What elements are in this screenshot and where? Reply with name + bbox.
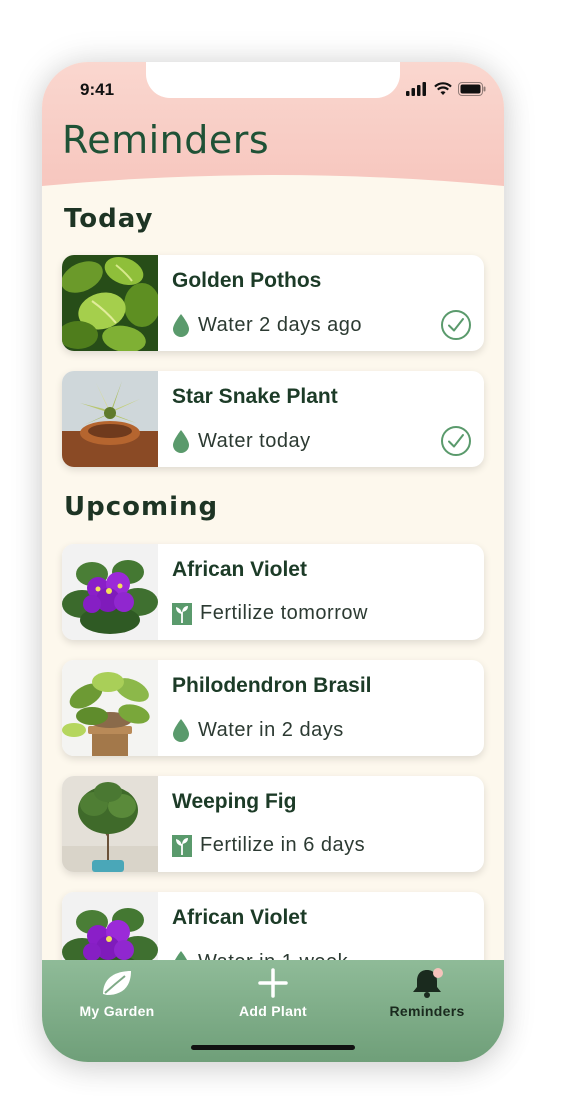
plant-name: Golden Pothos — [172, 269, 322, 292]
notch — [146, 62, 400, 98]
section-upcoming: Upcoming — [64, 492, 219, 522]
tab-reminders[interactable]: Reminders — [367, 968, 487, 1019]
reminder-card-golden-pothos[interactable]: Golden Pothos Water 2 days ago — [62, 255, 484, 351]
signal-icon — [406, 82, 426, 96]
task: Fertilize tomorrow — [172, 602, 368, 625]
water-drop-icon — [173, 430, 189, 453]
philodendron-brasil-photo — [62, 660, 158, 756]
weeping-fig-photo — [62, 776, 158, 872]
section-today: Today — [64, 204, 154, 234]
fertilizer-icon — [172, 602, 192, 625]
reminder-card-african-violet[interactable]: African Violet Fertilize tomorrow — [62, 544, 484, 640]
tab-my-garden[interactable]: My Garden — [57, 968, 177, 1019]
status-time: 9:41 — [80, 80, 115, 99]
water-drop-icon — [173, 719, 189, 742]
home-indicator — [191, 1045, 355, 1050]
fertilizer-icon — [172, 834, 192, 857]
bell-icon — [413, 968, 443, 998]
plus-icon — [258, 968, 288, 998]
tab-label: My Garden — [79, 1003, 155, 1019]
star-snake-plant-photo — [62, 371, 158, 467]
task: Water 2 days ago — [172, 313, 362, 337]
tab-label: Add Plant — [238, 1003, 308, 1019]
task-label: Fertilize tomorrow — [200, 602, 368, 624]
african-violet-photo — [62, 544, 158, 640]
wifi-icon — [434, 82, 452, 95]
check-circle-icon[interactable] — [440, 309, 472, 341]
reminder-card-philodendron-brasil[interactable]: Philodendron Brasil Water in 2 days — [62, 660, 484, 756]
phone-screen: 9:41 Reminders Today Golden Pothos Water… — [42, 62, 504, 1062]
reminder-card-weeping-fig[interactable]: Weeping Fig Fertilize in 6 days — [62, 776, 484, 872]
task-label: Water today — [198, 429, 311, 452]
water-drop-icon — [173, 314, 189, 337]
plant-name: African Violet — [172, 558, 307, 581]
reminder-card-star-snake-plant[interactable]: Star Snake Plant Water today — [62, 371, 484, 467]
battery-icon — [458, 82, 486, 96]
tab-label: Reminders — [389, 1003, 465, 1019]
plant-name: Philodendron Brasil — [172, 674, 372, 697]
plant-name: Star Snake Plant — [172, 385, 338, 408]
task-label: Fertilize in 6 days — [200, 834, 366, 856]
tab-add-plant[interactable]: Add Plant — [213, 968, 333, 1019]
page-title: Reminders — [62, 118, 270, 162]
golden-pothos-photo — [62, 255, 158, 351]
task-label: Water 2 days ago — [198, 313, 363, 336]
leaf-icon — [103, 971, 131, 995]
status-icons — [406, 82, 486, 96]
task: Water in 2 days — [172, 718, 344, 742]
plant-name: Weeping Fig — [172, 790, 297, 813]
task: Fertilize in 6 days — [172, 834, 365, 857]
task-label: Water in 2 days — [198, 718, 344, 741]
check-circle-icon[interactable] — [440, 425, 472, 457]
task: Water today — [172, 429, 311, 453]
tab-bar: My Garden Add Plant Reminders — [42, 960, 504, 1062]
plant-name: African Violet — [172, 906, 307, 929]
